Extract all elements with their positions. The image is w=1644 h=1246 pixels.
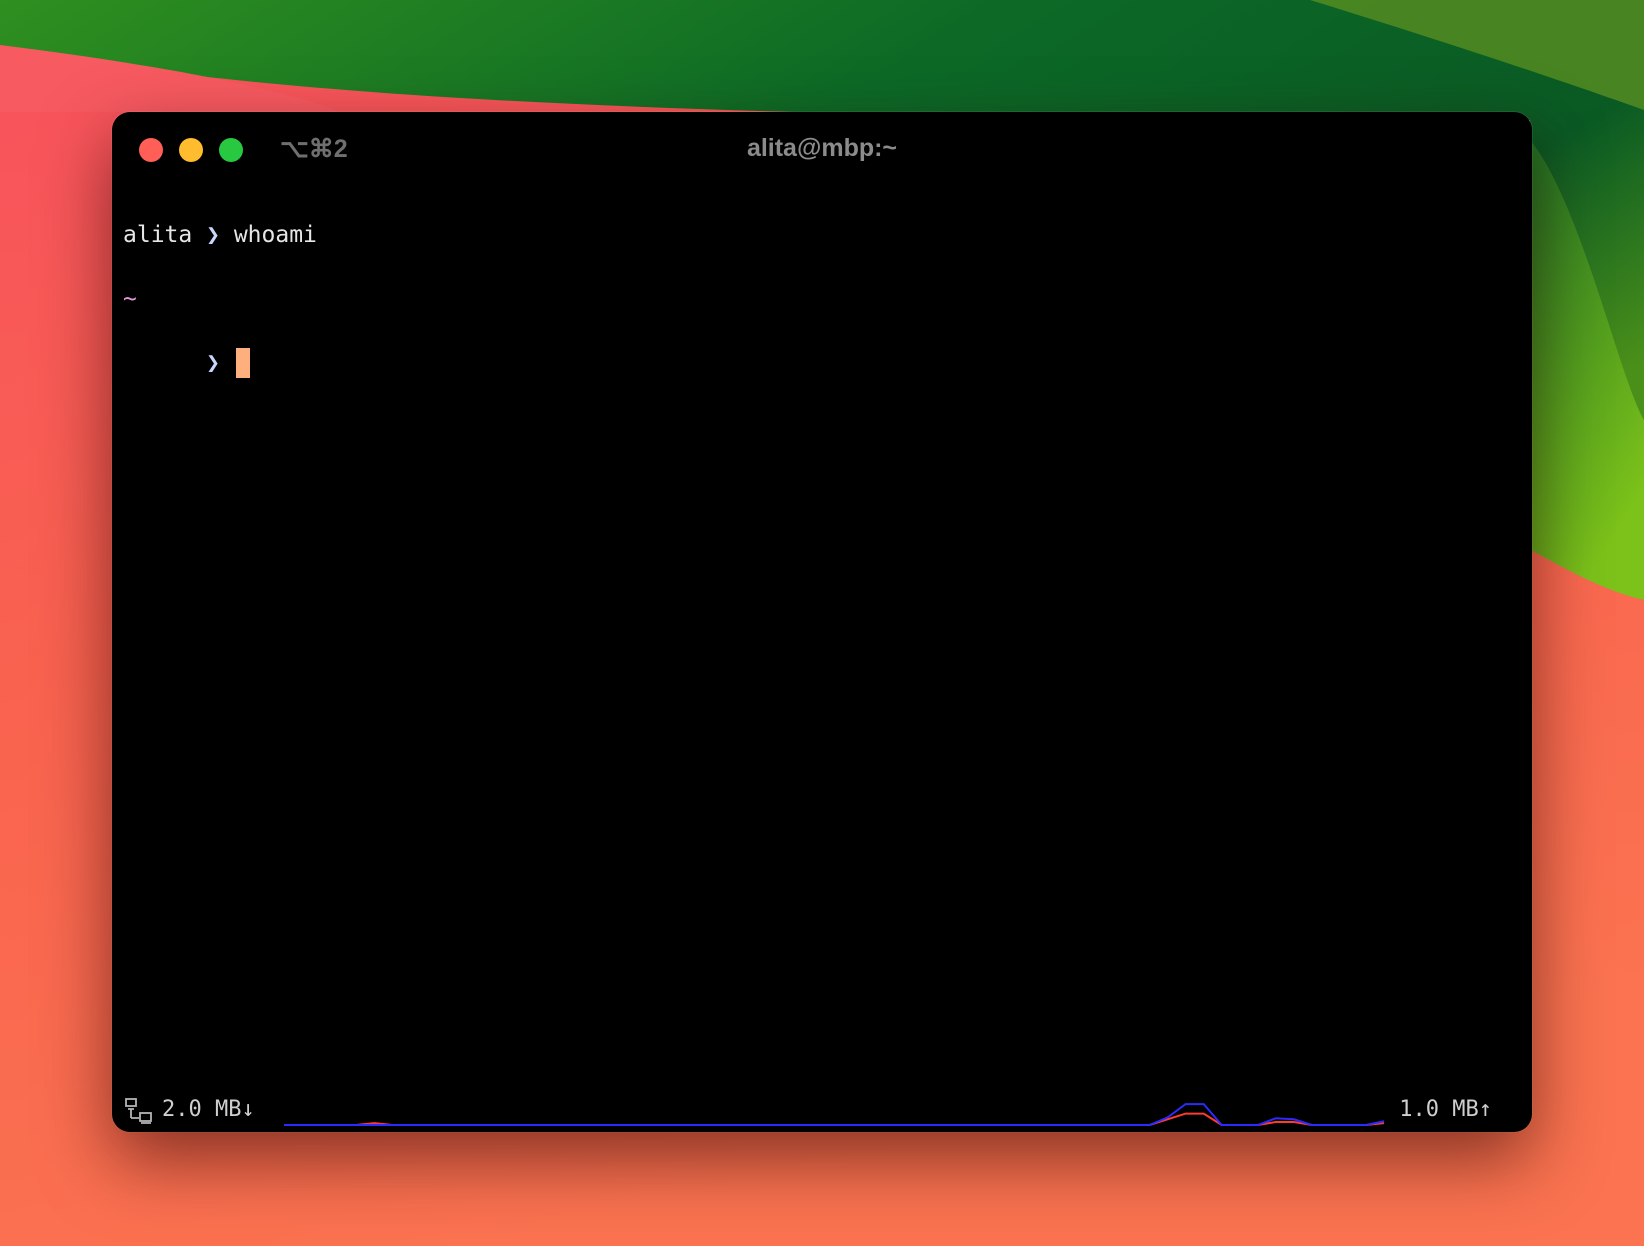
terminal-output[interactable]: ❯ whoami alita ~ ❯ (123, 187, 1523, 378)
prompt-symbol: ❯ (206, 222, 220, 248)
status-bar: 2.0 MB↓ 1.0 MB↑ (112, 1082, 1532, 1132)
upload-rate: 1.0 MB↑ (1399, 1097, 1492, 1122)
text-cursor[interactable] (235, 348, 250, 378)
download-rate: 2.0 MB↓ (162, 1097, 255, 1122)
active-prompt-line: ❯ (123, 315, 1523, 378)
command-text: whoami (233, 222, 317, 248)
terminal-window[interactable]: ⌥⌘2 alita@mbp:~ ❯ whoami alita ~ ❯ 2.0 M… (112, 112, 1532, 1132)
window-title: alita@mbp:~ (746, 134, 898, 162)
command-line: ❯ whoami (123, 187, 1523, 248)
network-sparkline (284, 1103, 1384, 1126)
command-output: alita (123, 222, 193, 248)
network-icon (125, 1098, 152, 1124)
download-sparkline (284, 1103, 1384, 1126)
prompt-symbol: ❯ (206, 350, 220, 376)
title-bar[interactable]: ⌥⌘2 alita@mbp:~ (112, 112, 1532, 182)
current-directory: ~ (123, 286, 137, 312)
